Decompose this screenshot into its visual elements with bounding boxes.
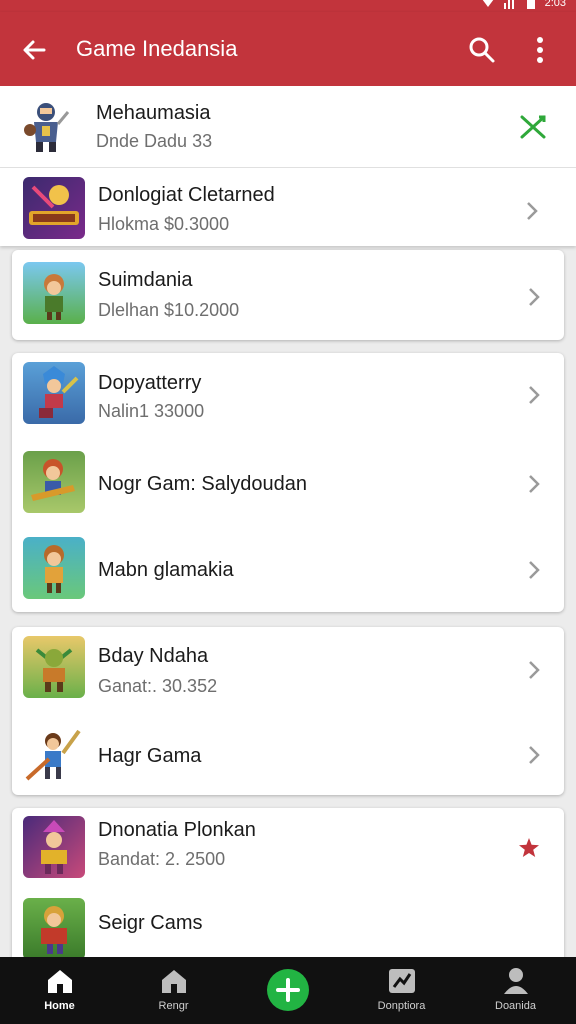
game-thumbnail bbox=[23, 898, 85, 960]
featured-title: Donlogiat Cletarned bbox=[98, 184, 275, 206]
page-title: Game Inedansia bbox=[76, 36, 238, 61]
chevron-right-icon[interactable] bbox=[524, 199, 540, 223]
add-button[interactable] bbox=[267, 969, 309, 1011]
chart-icon bbox=[389, 969, 415, 993]
back-arrow-icon[interactable] bbox=[18, 34, 50, 66]
game-subtitle: Ganat:. 30.352 bbox=[98, 676, 218, 696]
game-title: Dopyatterry bbox=[98, 372, 202, 394]
game-thumbnail bbox=[23, 262, 85, 324]
status-time: 2:03 bbox=[544, 0, 566, 9]
game-art-icon bbox=[44, 545, 64, 593]
game-title: Seigr Cams bbox=[98, 912, 203, 934]
search-icon[interactable] bbox=[466, 34, 498, 66]
chevron-right-icon[interactable] bbox=[526, 472, 542, 496]
featured-game-row[interactable]: Donlogiat Cletarned Hlokma $0.3000 bbox=[0, 168, 576, 246]
game-title: Suimdania bbox=[98, 269, 193, 291]
game-thumbnail bbox=[23, 636, 85, 698]
game-card: Dopyatterry Nalin1 33000 Nogr Gam: Salyd… bbox=[12, 353, 564, 612]
knight-avatar-icon bbox=[24, 103, 70, 152]
crossed-swords-icon[interactable] bbox=[519, 114, 547, 140]
game-title: Nogr Gam: Salydoudan bbox=[98, 473, 308, 495]
chevron-right-icon[interactable] bbox=[526, 285, 542, 309]
nav-item-rengr[interactable]: Rengr bbox=[116, 957, 231, 1024]
game-subtitle: Dlelhan $10.2000 bbox=[98, 300, 240, 320]
game-subtitle: Nalin1 33000 bbox=[98, 401, 205, 421]
favorite-star-icon[interactable] bbox=[518, 837, 540, 859]
signal-icon bbox=[503, 0, 514, 9]
chevron-right-icon[interactable] bbox=[526, 743, 542, 767]
game-art-icon bbox=[31, 459, 75, 501]
game-title: Bday Ndaha bbox=[98, 645, 209, 667]
house-icon bbox=[162, 970, 186, 993]
more-vert-icon[interactable] bbox=[526, 34, 554, 66]
nav-label: Donptiora bbox=[377, 1000, 426, 1012]
game-title: Mabn glamakia bbox=[98, 559, 234, 581]
nav-item-home[interactable]: Home bbox=[2, 957, 117, 1024]
game-title: Dnonatia Plonkan bbox=[98, 819, 256, 841]
game-subtitle: Bandat: 2. 2500 bbox=[98, 849, 226, 869]
pinned-game-row[interactable]: Mehaumasia Dnde Dadu 33 bbox=[0, 86, 576, 168]
game-thumbnail bbox=[23, 451, 85, 513]
home-icon bbox=[48, 970, 72, 993]
pinned-title: Mehaumasia bbox=[96, 102, 211, 124]
list-item[interactable]: Nogr Gam: Salydoudan bbox=[12, 439, 564, 527]
nav-label: Rengr bbox=[158, 1000, 189, 1012]
game-art-icon bbox=[29, 185, 79, 225]
nav-label: Home bbox=[44, 1000, 75, 1012]
game-thumbnail bbox=[23, 537, 85, 599]
game-art-icon bbox=[39, 366, 79, 418]
game-thumbnail bbox=[23, 362, 85, 424]
game-title: Hagr Gama bbox=[98, 745, 202, 767]
list-item[interactable]: Bday Ndaha Ganat:. 30.352 bbox=[12, 627, 564, 713]
app-bar: Game Inedansia bbox=[0, 12, 576, 86]
list-item[interactable]: Hagr Gama bbox=[12, 713, 564, 795]
chevron-right-icon[interactable] bbox=[526, 383, 542, 407]
game-art-icon bbox=[35, 648, 73, 692]
game-thumbnail bbox=[23, 723, 85, 785]
list-item[interactable]: Dopyatterry Nalin1 33000 bbox=[12, 353, 564, 439]
pinned-subtitle: Dnde Dadu 33 bbox=[96, 131, 213, 151]
battery-icon bbox=[526, 0, 535, 9]
list-item[interactable]: Mabn glamakia bbox=[12, 527, 564, 612]
nav-label: Doanida bbox=[495, 1000, 536, 1012]
nav-item-donptiora[interactable]: Donptiora bbox=[344, 957, 459, 1024]
game-art-icon bbox=[44, 274, 64, 320]
game-card: Suimdania Dlelhan $10.2000 bbox=[12, 250, 564, 340]
plus-icon bbox=[276, 978, 300, 1002]
list-item[interactable]: Dnonatia Plonkan Bandat: 2. 2500 bbox=[12, 808, 564, 890]
person-icon bbox=[504, 968, 528, 994]
game-card: Bday Ndaha Ganat:. 30.352 Hagr Gama bbox=[12, 627, 564, 795]
game-thumbnail bbox=[23, 177, 85, 239]
status-icons: 2:03 bbox=[481, 0, 566, 9]
chevron-right-icon[interactable] bbox=[526, 558, 542, 582]
game-art-icon bbox=[25, 729, 81, 781]
status-bar: 2:03 bbox=[0, 0, 576, 12]
wifi-icon bbox=[482, 0, 493, 7]
nav-item-doanida[interactable]: Doanida bbox=[458, 957, 573, 1024]
game-thumbnail bbox=[23, 816, 85, 878]
featured-subtitle: Hlokma $0.3000 bbox=[98, 214, 230, 234]
game-art-icon bbox=[41, 820, 67, 874]
game-art-icon bbox=[41, 906, 67, 954]
chevron-right-icon[interactable] bbox=[526, 658, 542, 682]
list-item[interactable]: Suimdania Dlelhan $10.2000 bbox=[12, 250, 564, 340]
game-card: Dnonatia Plonkan Bandat: 2. 2500 Seigr C… bbox=[12, 808, 564, 968]
